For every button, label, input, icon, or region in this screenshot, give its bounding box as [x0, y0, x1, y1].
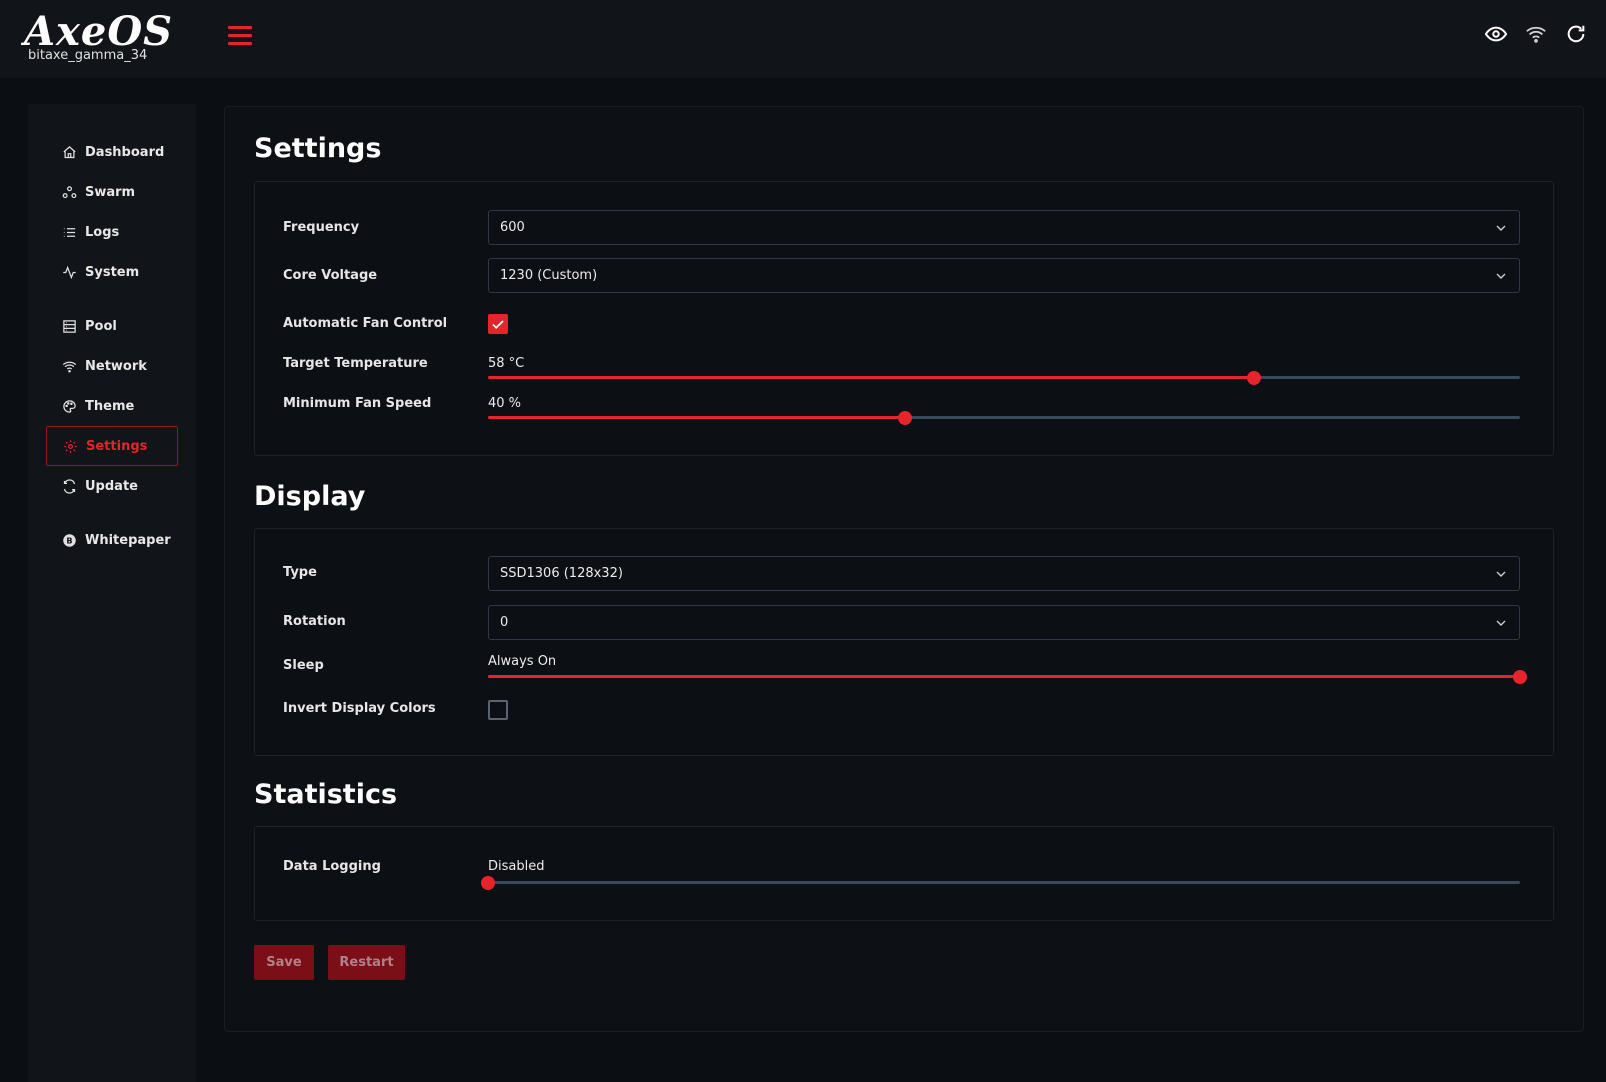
sidebar-item-network[interactable]: Network [46, 346, 178, 386]
main-panel: Settings Frequency 600 Core Voltage 1230… [224, 106, 1584, 1032]
sidebar-item-label: Settings [86, 438, 148, 454]
server-icon [61, 318, 77, 334]
sidebar-item-label: Network [85, 358, 147, 374]
slider-thumb[interactable] [1246, 371, 1261, 385]
core-voltage-label: Core Voltage [283, 268, 378, 283]
sidebar-item-label: Logs [85, 224, 120, 240]
slider-thumb[interactable] [1513, 670, 1527, 684]
frequency-select[interactable]: 600 [488, 210, 1520, 245]
refresh-icon[interactable] [1564, 22, 1588, 46]
sidebar-item-theme[interactable]: Theme [46, 386, 178, 426]
list-icon [61, 224, 77, 240]
bitcoin-icon: B [61, 532, 77, 548]
data-logging-value: Disabled [488, 859, 545, 874]
display-type-value: SSD1306 (128x32) [500, 566, 623, 581]
chevron-down-icon [1496, 620, 1506, 626]
target-temp-label: Target Temperature [283, 356, 428, 371]
palette-icon [61, 398, 77, 414]
gear-icon [62, 438, 78, 454]
restart-button[interactable]: Restart [328, 945, 405, 980]
rotation-value: 0 [500, 615, 509, 630]
sidebar-item-label: Dashboard [85, 144, 165, 160]
activity-icon [61, 264, 77, 280]
statistics-title: Statistics [254, 779, 398, 810]
chevron-down-icon [1496, 273, 1506, 279]
display-type-select[interactable]: SSD1306 (128x32) [488, 556, 1520, 591]
sidebar-item-label: System [85, 264, 140, 280]
swarm-icon [61, 184, 77, 200]
core-voltage-select[interactable]: 1230 (Custom) [488, 258, 1520, 293]
slider-thumb[interactable] [481, 876, 495, 890]
svg-text:B: B [66, 535, 72, 545]
settings-card: Frequency 600 Core Voltage 1230 (Custom)… [254, 181, 1554, 456]
sidebar-item-settings[interactable]: Settings [46, 426, 178, 466]
slider-fill [488, 416, 905, 419]
sidebar-item-label: Whitepaper [85, 532, 171, 548]
target-temp-value: 58 °C [488, 356, 525, 371]
sidebar-item-update[interactable]: Update [46, 466, 178, 506]
chevron-down-icon [1496, 571, 1506, 577]
auto-fan-checkbox[interactable] [488, 314, 508, 334]
check-icon [492, 320, 504, 329]
home-icon [61, 144, 77, 160]
target-temp-slider[interactable] [488, 371, 1520, 385]
sleep-value: Always On [488, 654, 557, 669]
sidebar-item-dashboard[interactable]: Dashboard [46, 132, 178, 172]
display-card: Type SSD1306 (128x32) Rotation 0 Sleep A… [254, 528, 1554, 756]
slider-fill [488, 675, 1520, 678]
auto-fan-label: Automatic Fan Control [283, 316, 448, 331]
sidebar-item-system[interactable]: System [46, 252, 178, 292]
display-type-label: Type [283, 565, 317, 580]
hostname: bitaxe_gamma_34 [28, 48, 148, 63]
min-fan-label: Minimum Fan Speed [283, 396, 432, 411]
sidebar-item-label: Update [85, 478, 138, 494]
sidebar-item-label: Theme [85, 398, 135, 414]
wifi-icon [61, 358, 77, 374]
rotation-label: Rotation [283, 614, 346, 629]
chevron-down-icon [1496, 225, 1506, 231]
frequency-value: 600 [500, 220, 525, 235]
data-logging-slider[interactable] [481, 876, 1520, 890]
sidebar-item-label: Pool [85, 318, 117, 334]
statistics-card: Data Logging Disabled [254, 826, 1554, 921]
sleep-label: Sleep [283, 658, 324, 673]
rotation-select[interactable]: 0 [488, 605, 1520, 640]
min-fan-value: 40 % [488, 396, 522, 411]
invert-colors-label: Invert Display Colors [283, 701, 436, 716]
settings-title: Settings [254, 133, 382, 164]
display-title: Display [254, 481, 366, 512]
sidebar-item-pool[interactable]: Pool [46, 306, 178, 346]
wifi-icon[interactable] [1524, 22, 1548, 46]
sidebar-item-label: Swarm [85, 184, 136, 200]
slider-track [488, 881, 1520, 884]
sidebar-item-swarm[interactable]: Swarm [46, 172, 178, 212]
slider-thumb[interactable] [897, 411, 912, 425]
slider-fill [488, 376, 1254, 379]
top-bar: AxeOS bitaxe_gamma_34 [0, 0, 1606, 78]
sidebar-item-logs[interactable]: Logs [46, 212, 178, 252]
core-voltage-value: 1230 (Custom) [500, 268, 598, 283]
data-logging-label: Data Logging [283, 859, 381, 874]
menu-icon[interactable] [228, 26, 252, 48]
header-actions [1484, 22, 1588, 46]
min-fan-slider[interactable] [488, 411, 1520, 425]
sync-icon [61, 478, 77, 494]
sleep-slider[interactable] [488, 670, 1527, 684]
eye-icon[interactable] [1484, 22, 1508, 46]
sidebar: Dashboard Swarm Logs System Pool Network… [28, 104, 196, 1082]
sidebar-item-whitepaper[interactable]: B Whitepaper [46, 520, 178, 560]
save-button[interactable]: Save [254, 945, 314, 980]
frequency-label: Frequency [283, 220, 360, 235]
invert-colors-checkbox[interactable] [488, 700, 508, 720]
